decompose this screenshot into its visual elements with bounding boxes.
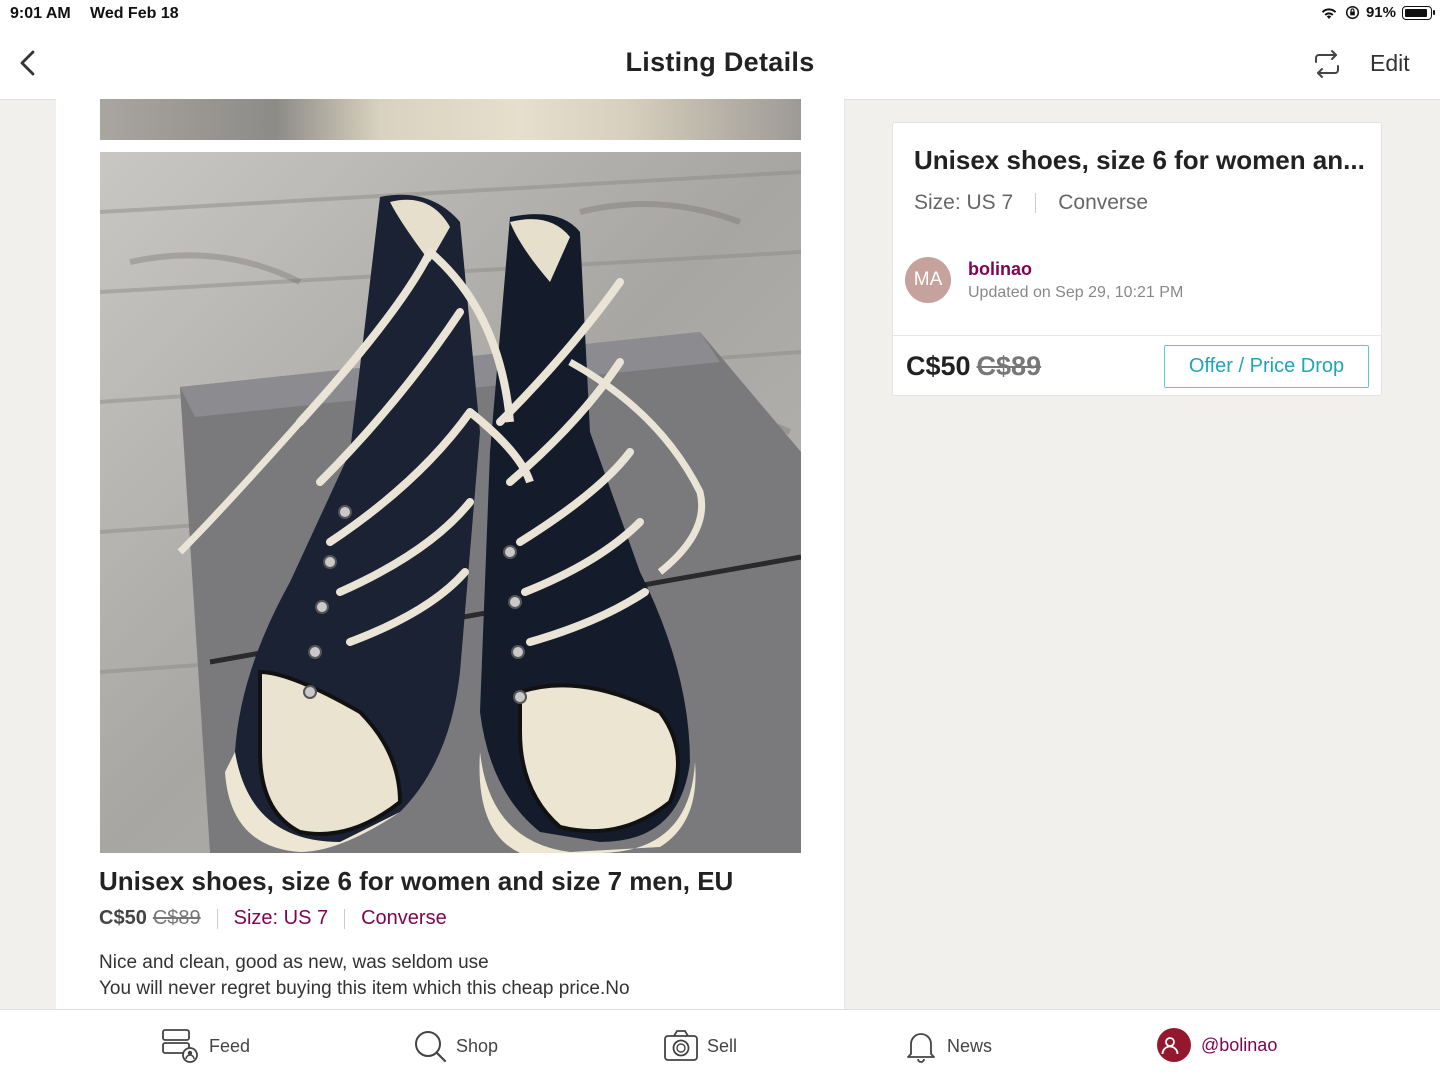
card-brand[interactable]: Converse (1058, 191, 1148, 215)
listing-size-link[interactable]: Size: US 7 (234, 907, 328, 930)
feed-icon (162, 1029, 198, 1063)
avatar[interactable]: MA (905, 257, 951, 303)
listing-panel: Unisex shoes, size 6 for women and size … (56, 99, 845, 1009)
status-bar: 9:01 AM Wed Feb 18 91% (0, 0, 1440, 30)
tab-news-label: News (947, 1035, 993, 1056)
edit-button[interactable]: Edit (1370, 50, 1410, 77)
tab-shop-label: Shop (456, 1035, 499, 1056)
card-size: Size: US 7 (914, 191, 1014, 214)
share-repeat-icon[interactable] (1310, 47, 1344, 81)
card-price-block: C$50 C$89 (906, 351, 1041, 382)
updated-timestamp: Updated on Sep 29, 10:21 PM (968, 283, 1184, 301)
nav-bar: Listing Details Edit (0, 30, 1440, 100)
tab-shop[interactable]: Shop (412, 1028, 498, 1064)
divider (216, 908, 218, 929)
status-date: Wed Feb 18 (90, 5, 179, 22)
divider (344, 908, 346, 929)
orientation-lock-icon (1345, 5, 1360, 20)
card-title: Unisex shoes, size 6 for women an... (914, 145, 1365, 175)
page-title: Listing Details (625, 47, 815, 77)
listing-price-row: C$50 C$89 Size: US 7 Converse (99, 907, 447, 930)
wifi-icon (1321, 7, 1337, 19)
status-indicators: 91% (1319, 4, 1435, 21)
listing-title: Unisex shoes, size 6 for women and size … (99, 866, 734, 896)
tab-sell-label: Sell (707, 1035, 738, 1056)
tab-profile-label: @bolinao (1201, 1034, 1278, 1055)
bell-icon (907, 1033, 935, 1063)
listing-price: C$50 (99, 907, 147, 929)
description-line: Nice and clean, good as new, was seldom … (99, 952, 489, 973)
description-line: You will never regret buying this item w… (99, 978, 630, 999)
tab-feed-label: Feed (209, 1035, 251, 1056)
battery-icon (1402, 5, 1435, 20)
seller-row[interactable]: MA bolinao Updated on Sep 29, 10:21 PM (905, 257, 1183, 303)
card-price: C$50 (906, 351, 971, 381)
tab-news[interactable]: News (903, 1028, 992, 1064)
offer-price-drop-button[interactable]: Offer / Price Drop (1164, 345, 1369, 388)
tab-sell[interactable]: Sell (663, 1028, 737, 1064)
listing-photo-main[interactable] (100, 152, 801, 853)
listing-photo-previous[interactable] (100, 99, 801, 140)
seller-name-link[interactable]: bolinao (968, 259, 1183, 280)
profile-icon (1157, 1028, 1191, 1062)
card-meta: Size: US 7 Converse (914, 191, 1148, 215)
listing-original-price: C$89 (152, 907, 201, 929)
battery-percent: 91% (1365, 4, 1396, 21)
listing-brand-link[interactable]: Converse (361, 907, 447, 930)
tab-bar: Feed Shop Sell News @bolinao (0, 1009, 1440, 1081)
camera-icon (664, 1030, 698, 1061)
divider (893, 335, 1381, 336)
seller-info: bolinao Updated on Sep 29, 10:21 PM (968, 259, 1183, 302)
tab-feed[interactable]: Feed (161, 1028, 250, 1064)
status-time: 9:01 AM (10, 5, 71, 22)
tab-profile[interactable]: @bolinao (1157, 1028, 1277, 1062)
divider (1035, 193, 1037, 213)
card-original-price: C$89 (976, 351, 1042, 381)
search-icon (415, 1031, 447, 1063)
listing-description: Nice and clean, good as new, was seldom … (99, 950, 779, 1002)
listing-summary-card: Unisex shoes, size 6 for women an... Siz… (892, 122, 1382, 396)
sneakers-photo (100, 152, 801, 853)
